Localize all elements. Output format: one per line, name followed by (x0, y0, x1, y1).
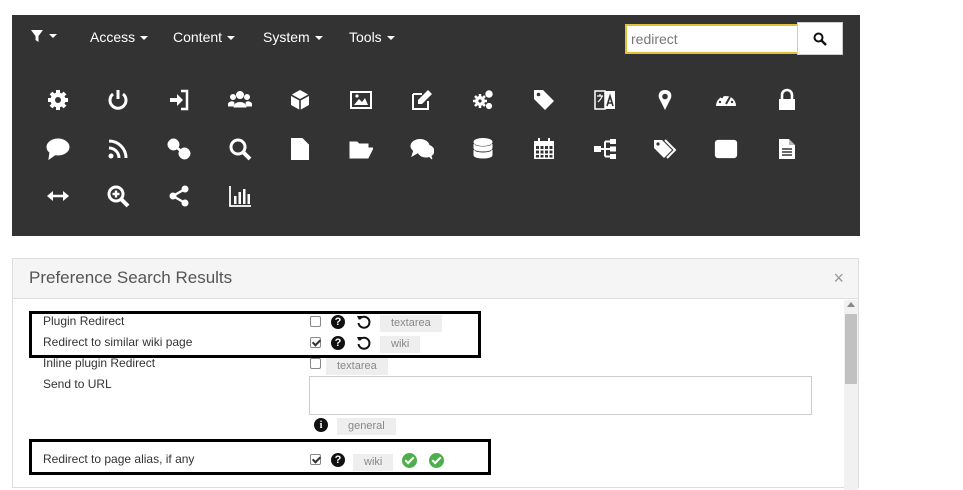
bar-chart-icon[interactable] (226, 182, 254, 210)
share-icon[interactable] (165, 182, 193, 210)
pref-checkbox-redirect-similar[interactable] (310, 337, 321, 348)
check-circle-icon (402, 453, 417, 468)
sitemap-icon[interactable] (591, 135, 619, 163)
panel-header: Preference Search Results × (13, 259, 858, 299)
arrows-h-icon[interactable] (44, 182, 72, 210)
preference-search-results-panel: Preference Search Results × Plugin Redir… (12, 258, 859, 490)
caret-down-icon (140, 36, 149, 41)
cogs-icon[interactable] (469, 86, 497, 114)
tag-icon[interactable] (530, 86, 558, 114)
scrollbar-thumb[interactable] (845, 314, 857, 384)
dashboard-icon[interactable] (712, 86, 740, 114)
menu-access-label: Access (90, 29, 136, 45)
menu-tools-label: Tools (349, 29, 382, 45)
help-icon[interactable]: ? (331, 336, 345, 350)
menu-content[interactable]: Content (173, 29, 236, 45)
file-text-icon[interactable] (286, 135, 314, 163)
pref-label-redirect-similar: Redirect to similar wiki page (43, 335, 193, 349)
pref-label-plugin-redirect: Plugin Redirect (43, 314, 125, 328)
check-circle-icon (429, 453, 444, 468)
reset-icon[interactable] (356, 314, 372, 330)
database-icon[interactable] (469, 135, 497, 163)
preference-search-input[interactable] (625, 24, 801, 54)
scrollbar[interactable] (844, 300, 858, 490)
zoom-in-icon[interactable] (104, 182, 132, 210)
send-to-url-textarea[interactable] (309, 376, 812, 415)
image-icon[interactable] (347, 86, 375, 114)
pref-checkbox-plugin-redirect[interactable] (310, 316, 321, 327)
pref-label-send-to-url: Send to URL (43, 377, 112, 391)
reset-icon[interactable] (356, 335, 372, 351)
caret-down-icon (227, 36, 236, 41)
link-icon[interactable] (165, 135, 193, 163)
comments-icon[interactable] (408, 135, 436, 163)
menu-system[interactable]: System (263, 29, 323, 45)
rss-icon[interactable] (104, 135, 132, 163)
calendar-icon[interactable] (530, 135, 558, 163)
menu-access[interactable]: Access (90, 29, 149, 45)
map-marker-icon[interactable] (651, 86, 679, 114)
filter-icon (31, 30, 43, 43)
pref-tag-general: general (337, 418, 396, 435)
users-icon[interactable] (226, 86, 254, 114)
pref-checkbox-inline-plugin-redirect[interactable] (310, 358, 321, 369)
edit-icon[interactable] (408, 86, 436, 114)
panel-title: Preference Search Results (29, 268, 233, 287)
language-icon[interactable] (591, 86, 619, 114)
folder-open-icon[interactable] (347, 135, 375, 163)
help-icon[interactable]: ? (331, 315, 345, 329)
pref-tag-wiki: wiki (353, 454, 394, 471)
tags-icon[interactable] (651, 135, 679, 163)
caret-down-icon (386, 36, 395, 41)
pref-tag-wiki: wiki (380, 336, 421, 353)
admin-toolbar: Access Content System Tools (12, 15, 860, 236)
menu-content-label: Content (173, 29, 223, 45)
power-icon[interactable] (104, 86, 132, 114)
sign-in-icon[interactable] (165, 86, 193, 114)
close-button[interactable]: × (833, 269, 844, 287)
help-icon[interactable]: ? (331, 453, 345, 467)
admin-menu-bar: Access Content System Tools (12, 15, 860, 60)
search-icon (813, 32, 827, 46)
file-icon[interactable] (773, 135, 801, 163)
magnifier-icon[interactable] (226, 135, 254, 163)
gear-icon[interactable] (44, 86, 72, 114)
envelope-icon[interactable] (712, 135, 740, 163)
caret-down-icon (314, 36, 323, 41)
pref-tag-textarea: textarea (380, 315, 442, 332)
pref-tag-textarea: textarea (326, 358, 388, 375)
filter-dropdown[interactable] (30, 27, 57, 43)
menu-tools[interactable]: Tools (349, 29, 395, 45)
caret-down-icon (49, 34, 57, 39)
pref-label-inline-plugin-redirect: Inline plugin Redirect (43, 356, 156, 370)
comment-icon[interactable] (44, 135, 72, 163)
pref-checkbox-redirect-page-alias[interactable] (310, 454, 321, 465)
search-button[interactable] (797, 22, 843, 55)
scroll-up-arrow-icon[interactable] (847, 302, 855, 307)
lock-icon[interactable] (773, 86, 801, 114)
pref-label-redirect-page-alias: Redirect to page alias, if any (43, 452, 195, 466)
cube-icon[interactable] (286, 86, 314, 114)
menu-system-label: System (263, 29, 310, 45)
info-icon[interactable]: i (314, 418, 328, 432)
